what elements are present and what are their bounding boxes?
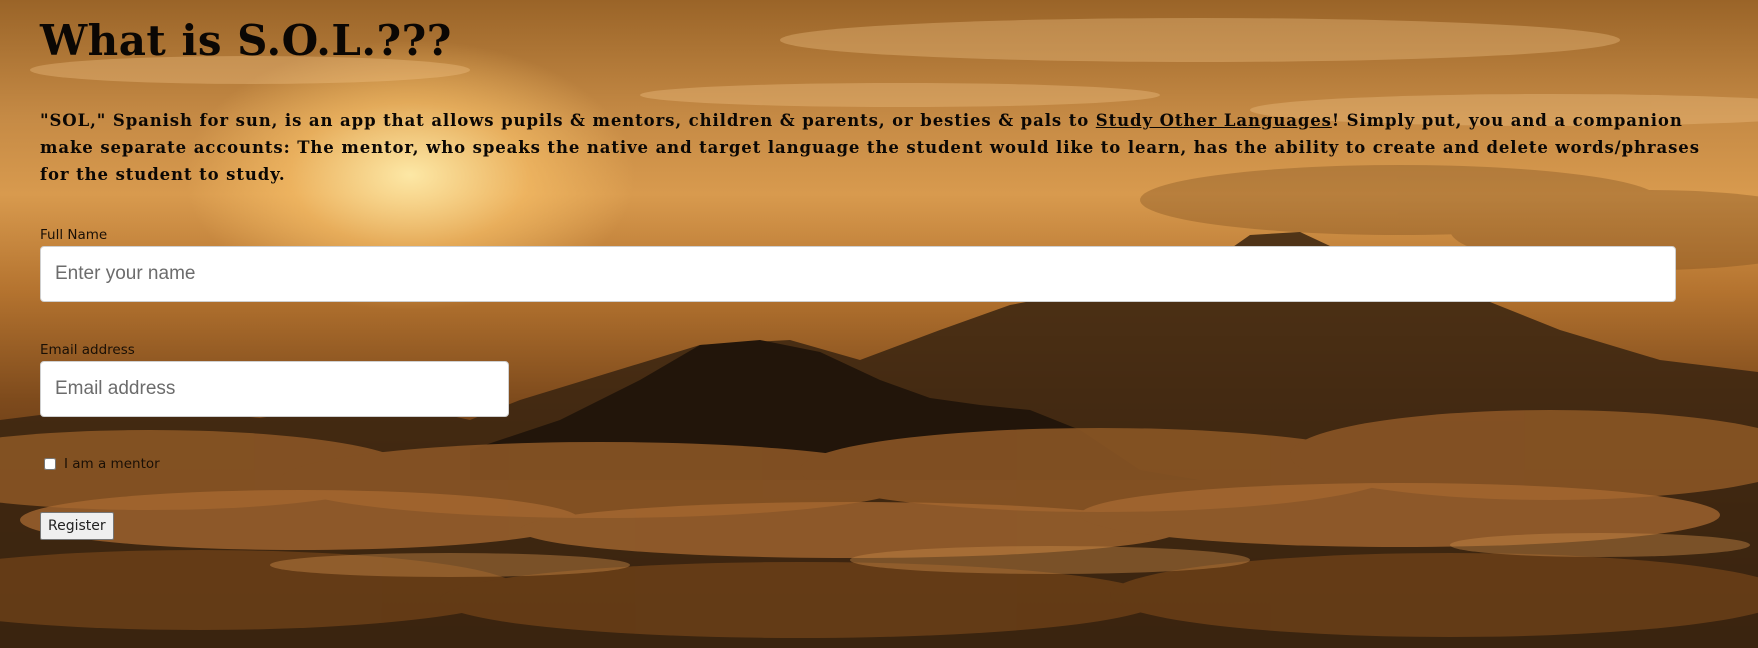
page-title: What is S.O.L.??? <box>40 16 452 65</box>
study-other-languages-link[interactable]: Study Other Languages <box>1096 111 1332 130</box>
description-intro: "SOL," Spanish for sun, is an app that a… <box>40 111 1096 130</box>
background-scene <box>0 18 1758 648</box>
full-name-label: Full Name <box>40 227 108 243</box>
mentor-checkbox[interactable] <box>44 458 56 470</box>
email-label: Email address <box>40 342 135 358</box>
email-input[interactable] <box>40 361 509 417</box>
register-button[interactable]: Register <box>40 512 114 540</box>
mentor-checkbox-row[interactable]: I am a mentor <box>44 456 160 472</box>
description-text: "SOL," Spanish for sun, is an app that a… <box>40 107 1720 188</box>
full-name-input[interactable] <box>40 246 1676 302</box>
mentor-checkbox-label: I am a mentor <box>64 456 160 472</box>
